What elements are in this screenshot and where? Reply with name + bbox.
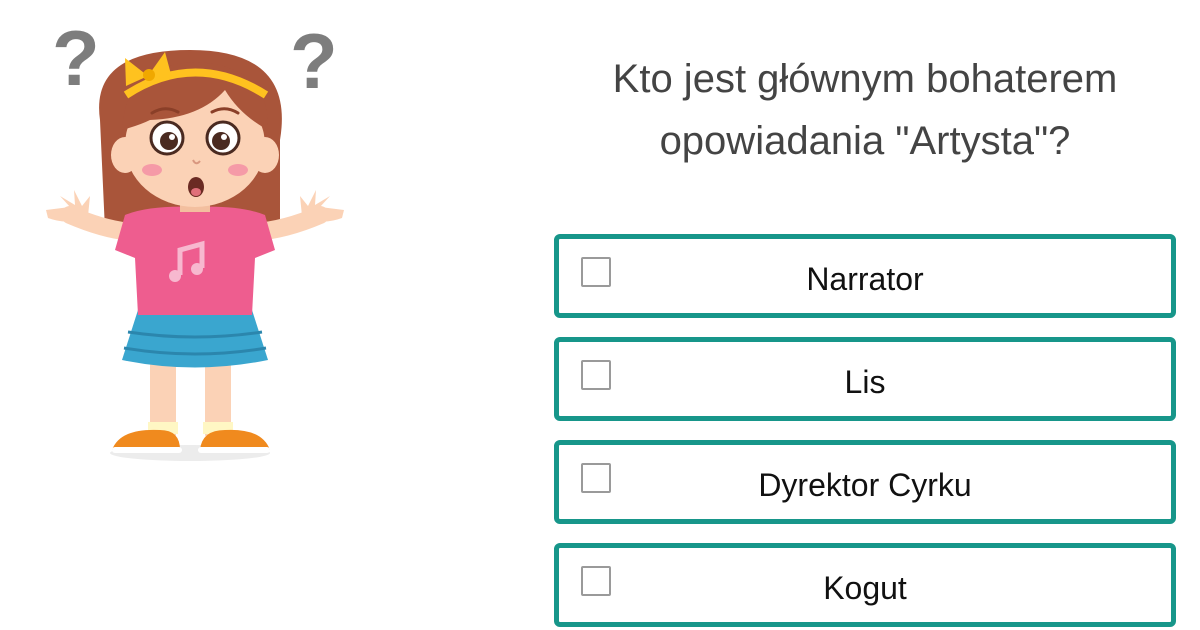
answer-option-kogut[interactable]: Kogut bbox=[554, 543, 1176, 627]
question-text: Kto jest głównym bohaterem opowiadania "… bbox=[612, 57, 1118, 163]
answer-option-narrator[interactable]: Narrator bbox=[554, 234, 1176, 318]
answer-label: Narrator bbox=[806, 261, 924, 297]
answer-option-lis[interactable]: Lis bbox=[554, 337, 1176, 421]
quiz-page: ? ? Kto jest głównym bohaterem opowiadan… bbox=[0, 0, 1200, 630]
confused-girl-illustration: ? ? bbox=[30, 10, 360, 470]
answer-label: Lis bbox=[844, 364, 886, 400]
answer-list: Narrator Lis Dyrektor Cyrku Kogut bbox=[554, 234, 1176, 630]
answer-label: Kogut bbox=[823, 570, 907, 606]
question-mark-left-icon: ? bbox=[52, 14, 100, 102]
answer-option-dyrektor-cyrku[interactable]: Dyrektor Cyrku bbox=[554, 440, 1176, 524]
confused-girl-icon: ? ? bbox=[46, 14, 344, 461]
answer-label: Dyrektor Cyrku bbox=[758, 467, 972, 503]
question-mark-right-icon: ? bbox=[290, 17, 338, 105]
